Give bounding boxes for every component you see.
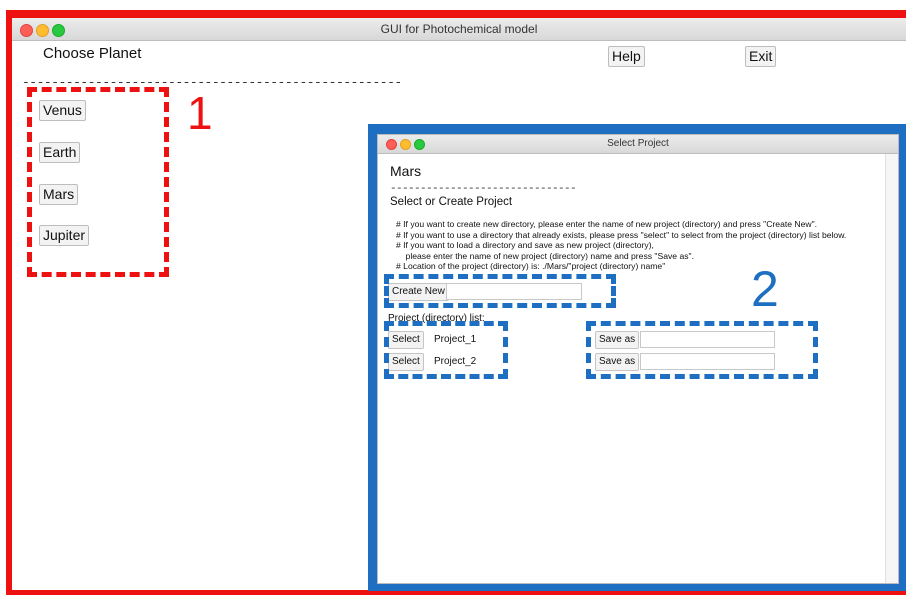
window-title: GUI for Photochemical model xyxy=(380,22,538,36)
separator-line: ------------------------------- xyxy=(390,183,577,195)
instruction-line: # If you want to load a directory and sa… xyxy=(396,240,654,250)
annotation-label-2: 2 xyxy=(751,261,779,317)
highlight-box-planets xyxy=(27,87,169,277)
section-heading: Select or Create Project xyxy=(390,196,513,208)
project-titlebar: Select Project xyxy=(378,135,898,154)
planet-title: Mars xyxy=(390,163,422,179)
highlight-box-select xyxy=(384,321,508,379)
window-title: Select Project xyxy=(607,138,669,149)
instruction-line: # If you want to use a directory that al… xyxy=(396,229,847,240)
highlight-box-create-new xyxy=(384,274,616,308)
instruction-line: # If you want to create new directory, p… xyxy=(396,219,818,229)
scrollbar[interactable] xyxy=(885,154,898,583)
choose-planet-label: Choose Planet xyxy=(43,45,142,62)
main-titlebar: GUI for Photochemical model xyxy=(12,18,906,41)
annotation-label-1: 1 xyxy=(187,87,213,139)
highlight-box-save-as xyxy=(586,321,818,379)
instruction-line: please enter the name of new project (di… xyxy=(396,250,694,261)
help-button[interactable]: Help xyxy=(608,46,645,67)
exit-button[interactable]: Exit xyxy=(745,46,777,67)
